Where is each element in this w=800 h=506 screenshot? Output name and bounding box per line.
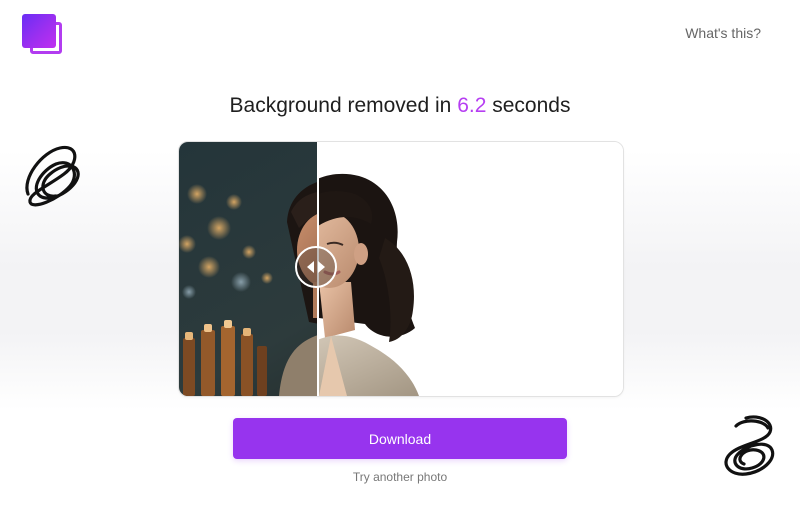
scribble-doodle-icon [25, 145, 80, 207]
headline-prefix: Background removed in [229, 94, 452, 117]
try-another-photo-link[interactable]: Try another photo [0, 470, 800, 484]
page-title: Background removed in 6.2 seconds [0, 94, 800, 118]
comparison-image [179, 142, 623, 396]
left-right-arrows-icon [307, 261, 325, 273]
headline-suffix: seconds [492, 94, 571, 117]
elapsed-seconds-value: 6.2 [457, 94, 487, 117]
whats-this-link[interactable]: What's this? [685, 25, 761, 41]
before-after-comparison[interactable] [178, 141, 624, 397]
app-logo[interactable] [22, 14, 66, 56]
download-button[interactable]: Download [233, 418, 567, 459]
spiral-doodle-icon [724, 415, 775, 476]
comparison-slider-handle[interactable] [295, 246, 337, 288]
logo-front-square [22, 14, 56, 48]
